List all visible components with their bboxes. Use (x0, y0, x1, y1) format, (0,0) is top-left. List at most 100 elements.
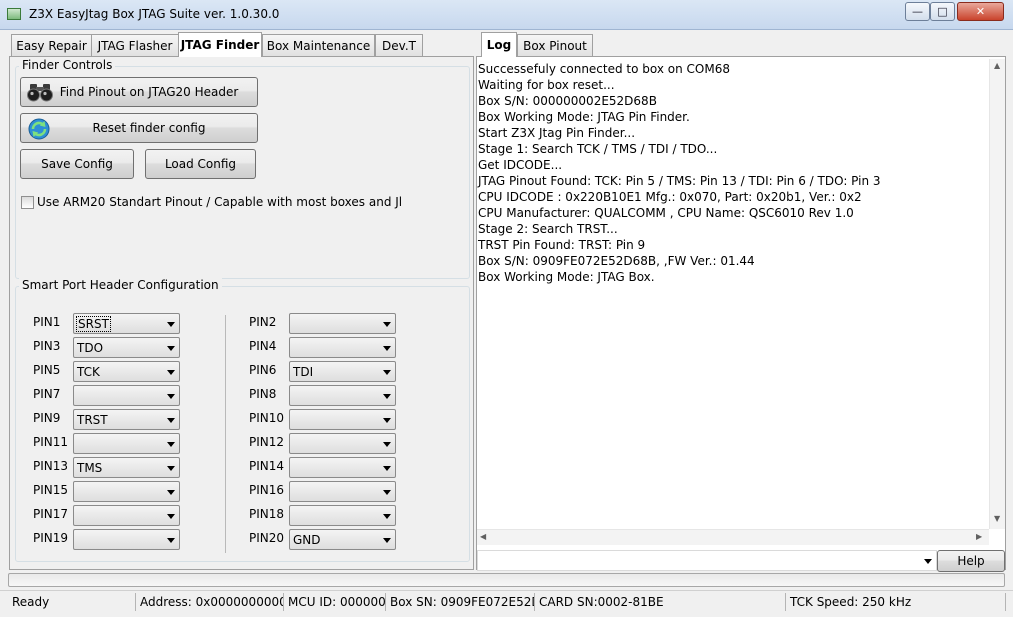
status-address: Address: 0x000000000000 (136, 593, 284, 611)
load-config-button[interactable]: Load Config (145, 149, 256, 179)
tab-log[interactable]: Log (481, 32, 517, 57)
pin-select-value: TCK (77, 365, 100, 379)
pin-select-pin10[interactable] (289, 409, 396, 430)
tab-box-maintenance[interactable]: Box Maintenance (262, 34, 375, 56)
pin-label-pin7: PIN7 (33, 387, 61, 401)
log-line: TRST Pin Found: TRST: Pin 9 (478, 238, 646, 252)
status-tck-speed: TCK Speed: 250 kHz (786, 593, 1006, 611)
maximize-icon: □ (937, 5, 948, 18)
chevron-down-icon (167, 370, 175, 375)
chevron-down-icon (167, 466, 175, 471)
refresh-icon (27, 117, 51, 144)
pin-label-pin1: PIN1 (33, 315, 61, 329)
command-combo[interactable] (477, 550, 937, 571)
chevron-down-icon (167, 538, 175, 543)
pin-select-pin6[interactable]: TDI (289, 361, 396, 382)
app-icon (7, 8, 21, 20)
save-config-button[interactable]: Save Config (20, 149, 134, 179)
pin-select-value: TRST (77, 413, 108, 427)
pin-select-pin4[interactable] (289, 337, 396, 358)
tab-jtag-flasher[interactable]: JTAG Flasher (91, 34, 179, 56)
log-vertical-scrollbar[interactable]: ▲ ▼ (989, 59, 1005, 529)
pin-select-pin12[interactable] (289, 433, 396, 454)
pin-column-divider (225, 315, 226, 553)
pin-label-pin12: PIN12 (249, 435, 285, 449)
chevron-down-icon (383, 538, 391, 543)
pin-label-pin17: PIN17 (33, 507, 69, 521)
close-button[interactable]: ✕ (957, 2, 1004, 21)
scroll-up-icon[interactable]: ▲ (994, 61, 1000, 70)
log-line: Box Working Mode: JTAG Box. (478, 270, 655, 284)
window-title: Z3X EasyJtag Box JTAG Suite ver. 1.0.30.… (29, 7, 280, 21)
pin-label-pin19: PIN19 (33, 531, 69, 545)
chevron-down-icon (383, 394, 391, 399)
pin-select-pin2[interactable] (289, 313, 396, 334)
pin-select-pin14[interactable] (289, 457, 396, 478)
log-line: Box S/N: 000000002E52D68B (478, 94, 657, 108)
pin-label-pin20: PIN20 (249, 531, 285, 545)
pin-select-pin19[interactable] (73, 529, 180, 550)
log-line: Box S/N: 0909FE072E52D68B, ,FW Ver.: 01.… (478, 254, 755, 268)
tab-dev-t[interactable]: Dev.T (375, 34, 423, 56)
reset-finder-config-button[interactable]: Reset finder config (20, 113, 258, 143)
status-box-sn: Box SN: 0909FE072E52D68B (386, 593, 535, 611)
pin-select-pin3[interactable]: TDO (73, 337, 180, 358)
pin-label-pin6: PIN6 (249, 363, 277, 377)
chevron-down-icon (167, 490, 175, 495)
pin-select-pin15[interactable] (73, 481, 180, 502)
chevron-down-icon (383, 490, 391, 495)
pin-select-pin8[interactable] (289, 385, 396, 406)
pin-select-pin11[interactable] (73, 433, 180, 454)
chevron-down-icon (383, 370, 391, 375)
log-line: CPU Manufacturer: QUALCOMM , CPU Name: Q… (478, 206, 854, 220)
arm20-checkbox-label: Use ARM20 Standart Pinout / Capable with… (37, 195, 403, 209)
pin-select-pin17[interactable] (73, 505, 180, 526)
pin-select-value: SRST (76, 316, 111, 332)
log-textarea[interactable]: Successefuly connected to box on COM68 Wa… (477, 59, 989, 545)
chevron-down-icon (167, 394, 175, 399)
pin-label-pin9: PIN9 (33, 411, 61, 425)
close-icon: ✕ (975, 5, 986, 18)
pin-select-pin9[interactable]: TRST (73, 409, 180, 430)
tab-label: JTAG Flasher (97, 38, 173, 53)
chevron-down-icon (383, 466, 391, 471)
scroll-right-icon[interactable]: ▶ (976, 532, 982, 541)
tab-box-pinout[interactable]: Box Pinout (517, 34, 593, 56)
pin-label-pin4: PIN4 (249, 339, 277, 353)
log-line: Stage 1: Search TCK / TMS / TDI / TDO... (478, 142, 718, 156)
minimize-button[interactable]: — (905, 2, 930, 21)
log-horizontal-scrollbar[interactable]: ◀ ▶ (477, 529, 989, 545)
find-pinout-button[interactable]: Find Pinout on JTAG20 Header (20, 77, 258, 107)
chevron-down-icon (383, 442, 391, 447)
pin-label-pin13: PIN13 (33, 459, 69, 473)
tab-label: Easy Repair (16, 38, 87, 53)
chevron-down-icon (924, 559, 932, 564)
log-line: Box Working Mode: JTAG Pin Finder. (478, 110, 690, 124)
maximize-button[interactable]: □ (930, 2, 955, 21)
pin-select-pin13[interactable]: TMS (73, 457, 180, 478)
pin-select-pin18[interactable] (289, 505, 396, 526)
scroll-left-icon[interactable]: ◀ (480, 532, 486, 541)
pin-select-pin7[interactable] (73, 385, 180, 406)
finder-controls-label: Finder Controls (19, 58, 116, 72)
pin-label-pin8: PIN8 (249, 387, 277, 401)
arm20-checkbox[interactable] (21, 196, 34, 209)
pin-select-pin20[interactable]: GND (289, 529, 396, 550)
status-card-sn: CARD SN:0002-81BE (535, 593, 786, 611)
pin-label-pin10: PIN10 (249, 411, 285, 425)
pin-select-pin5[interactable]: TCK (73, 361, 180, 382)
scroll-down-icon[interactable]: ▼ (994, 514, 1000, 523)
tab-label: Dev.T (382, 38, 416, 53)
pin-select-pin16[interactable] (289, 481, 396, 502)
pin-label-pin5: PIN5 (33, 363, 61, 377)
chevron-down-icon (167, 418, 175, 423)
log-line: Successefuly connected to box on COM68 (478, 62, 730, 76)
help-button[interactable]: Help (937, 550, 1005, 572)
tab-easy-repair[interactable]: Easy Repair (11, 34, 92, 56)
chevron-down-icon (383, 322, 391, 327)
chevron-down-icon (167, 322, 175, 327)
tab-jtag-finder[interactable]: JTAG Finder (178, 32, 262, 57)
pin-label-pin11: PIN11 (33, 435, 69, 449)
log-line: CPU IDCODE : 0x220B10E1 Mfg.: 0x070, Par… (478, 190, 862, 204)
pin-select-pin1[interactable]: SRST (73, 313, 180, 334)
